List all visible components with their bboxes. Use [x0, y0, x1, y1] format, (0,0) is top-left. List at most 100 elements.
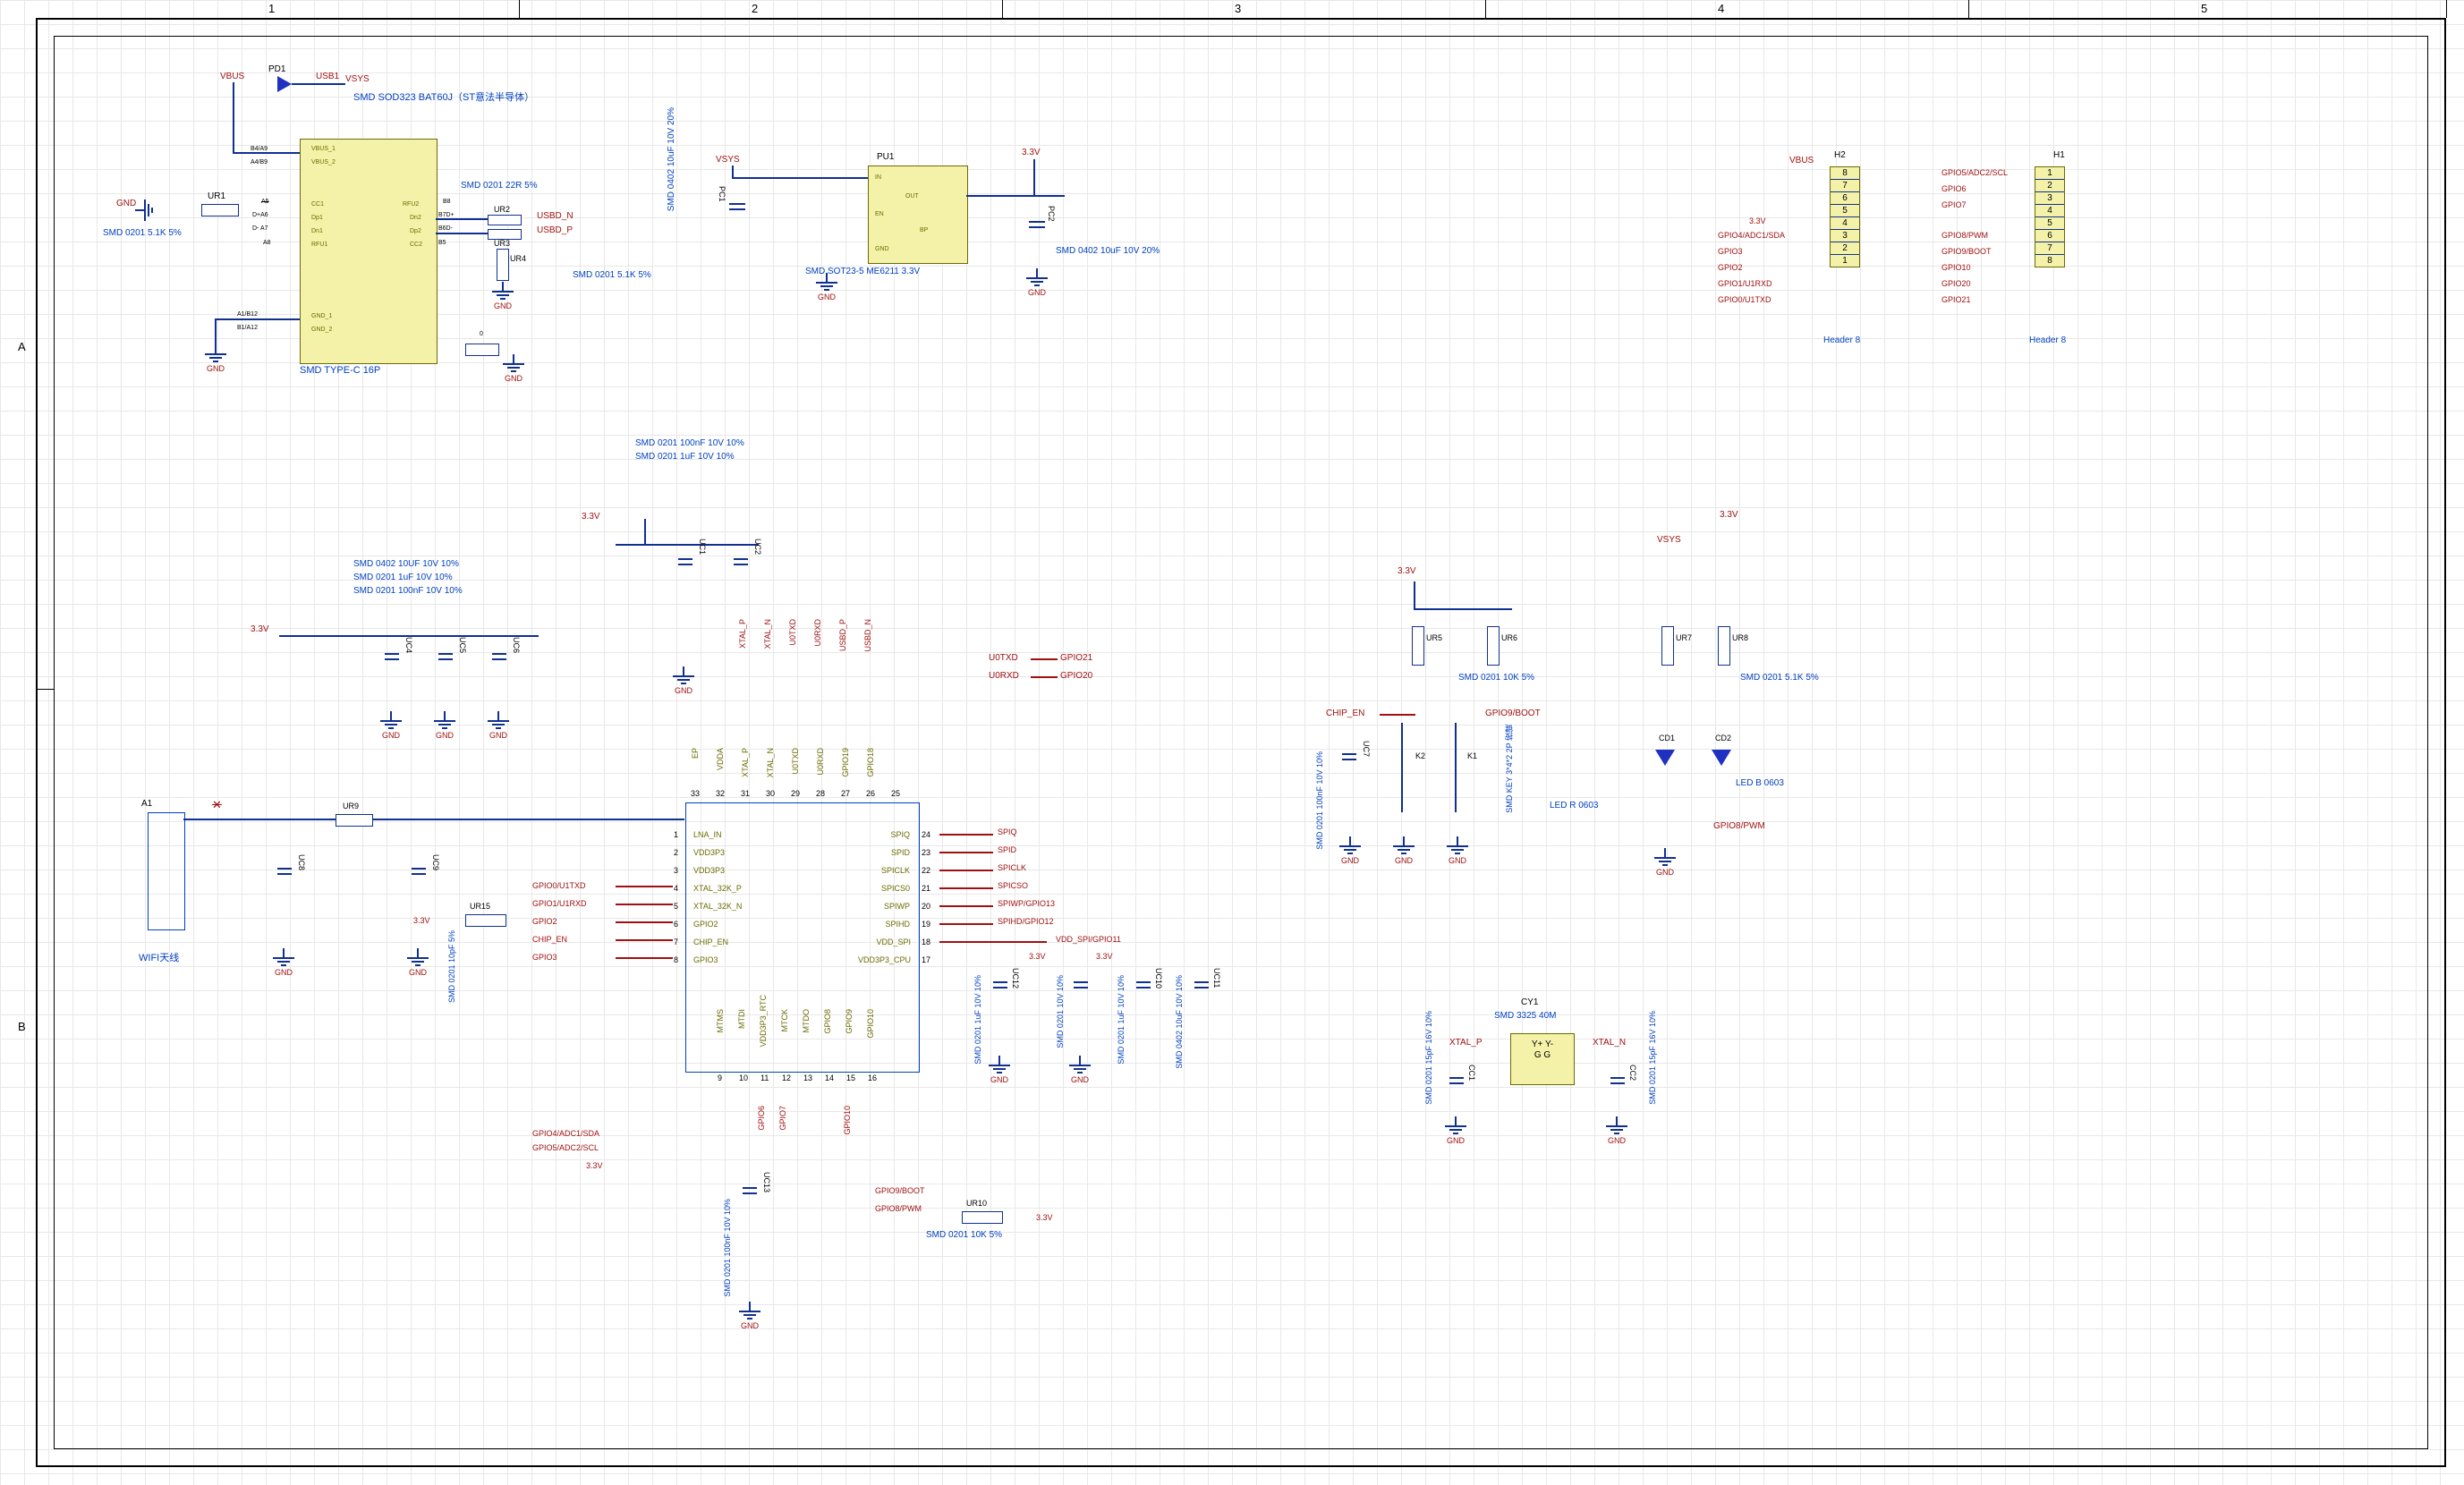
- net: GPIO6: [757, 1106, 766, 1131]
- gnd-label: GND: [987, 1075, 1012, 1084]
- val: SMD 0201 100nF 10V 10%: [1315, 751, 1324, 850]
- net: GPIO5/ADC2/SCL: [532, 1143, 599, 1152]
- col-1: [36, 0, 520, 18]
- gnd-label: GND: [814, 293, 839, 301]
- net: GPIO1/U1RXD: [532, 899, 587, 908]
- header-h2: 8 7 6 5 4 3 2 1: [1830, 166, 1860, 267]
- uc10: [1136, 971, 1151, 1003]
- pin: GND: [875, 246, 889, 252]
- hdr-pin: 5: [1831, 205, 1859, 217]
- value: SMD 0201 22R 5%: [461, 181, 538, 191]
- pc1: [729, 192, 745, 225]
- w: [616, 886, 673, 887]
- pin: SPIQ: [854, 830, 910, 839]
- pin: MTMS: [716, 1009, 725, 1033]
- gnd: GND: [1024, 268, 1049, 292]
- value: Header 8: [2029, 335, 2066, 345]
- pin: GPIO19: [841, 748, 850, 777]
- net: XTAL_N: [763, 619, 772, 649]
- w: [939, 905, 993, 907]
- pin: MTCK: [780, 1009, 789, 1032]
- w: [939, 887, 993, 889]
- net: GPIO20: [1060, 671, 1092, 681]
- uc11: [1194, 971, 1209, 1003]
- net: GPIO20: [1941, 279, 1971, 288]
- des: UC9: [431, 854, 440, 870]
- net: GPIO6: [1941, 184, 1967, 193]
- net: VSYS: [716, 155, 740, 165]
- pinnum: 29: [791, 789, 800, 798]
- net: GPIO7: [1941, 200, 1967, 209]
- hdr-pin: 6: [2035, 230, 2064, 242]
- value: SMD 0402 10uF 10V 20%: [1056, 246, 1160, 256]
- gnd: GND: [432, 711, 457, 734]
- x-icon: ✕: [212, 798, 222, 812]
- pin: GND_1: [311, 313, 332, 319]
- net: GPIO3: [1718, 247, 1743, 256]
- net: GPIO8/PWM: [875, 1204, 922, 1213]
- pinnum: 31: [741, 789, 750, 798]
- diode-icon: [277, 76, 292, 92]
- pinnum: 12: [782, 1073, 791, 1082]
- hdr-pin: 2: [2035, 180, 2064, 192]
- hdr-pin: 4: [2035, 205, 2064, 217]
- wire: [215, 318, 217, 345]
- pin: XTAL_32K_N: [693, 902, 742, 911]
- pin: GPIO18: [866, 748, 875, 777]
- net: 3.3V: [1398, 566, 1416, 576]
- pinnum: 2: [674, 848, 678, 857]
- net: SPIHD/GPIO12: [998, 917, 1054, 926]
- net: 3.3V: [251, 624, 269, 634]
- gnd: GND: [378, 711, 404, 734]
- w: [939, 923, 993, 925]
- gnd-label: GND: [671, 686, 696, 695]
- pin: MTDI: [737, 1009, 746, 1029]
- header-h1: 1 2 3 4 5 6 7 8: [2035, 166, 2065, 267]
- uc7: [1342, 742, 1356, 775]
- uc9: [412, 857, 426, 889]
- w: [1380, 714, 1415, 716]
- hdr-pin: 8: [2035, 255, 2064, 267]
- net: SPICLK: [998, 863, 1026, 872]
- hdr-pin: 8: [1831, 167, 1859, 180]
- w: [616, 957, 673, 959]
- pin: SPICS0: [854, 884, 910, 893]
- w: [616, 904, 673, 905]
- des: H2: [1834, 150, 1846, 160]
- wire: [215, 318, 300, 320]
- gnd: GND: [1604, 1116, 1629, 1140]
- value: SMD SOD323 BAT60J（ST意法半导体）: [353, 89, 534, 104]
- gnd-label: GND: [486, 731, 511, 740]
- gnd: GND: [1445, 836, 1470, 860]
- pinnum: 21: [922, 884, 930, 893]
- pinnum: B5: [438, 240, 446, 246]
- gnd-label: GND: [490, 301, 515, 310]
- pinnum: 18: [922, 938, 930, 946]
- wire: [1033, 159, 1035, 197]
- pin: U0TXD: [791, 748, 800, 775]
- net: GPIO9/BOOT: [1941, 247, 1992, 256]
- pinnum: 13: [803, 1073, 812, 1082]
- ur1: [201, 204, 239, 216]
- value: SMD 0201 5.1K 5%: [1740, 673, 1819, 683]
- pin: SPID: [854, 848, 910, 857]
- schematic-sheet: 1 2 3 4 5 A B SMD TYPE-C 16P VBUS_1 VBUS…: [0, 0, 2464, 1485]
- net: USBD_P: [838, 619, 847, 651]
- w: [616, 939, 673, 941]
- net: 3.3V: [1720, 510, 1738, 520]
- net: GPIO9/BOOT: [1485, 709, 1541, 718]
- gnd-label: GND: [1445, 856, 1470, 865]
- pinnum: 6: [674, 920, 678, 929]
- w: [939, 852, 993, 853]
- pin: VDD3P3_RTC: [759, 995, 768, 1047]
- val: SMD 0201 15pF 16V 10%: [1424, 1011, 1433, 1105]
- net: XTAL_P: [1449, 1038, 1483, 1048]
- gnd-label: GND: [501, 374, 526, 383]
- net: GPIO10: [1941, 263, 1971, 272]
- net: GPIO2: [532, 917, 557, 926]
- net: VSYS: [1657, 535, 1681, 545]
- uc1: [678, 547, 692, 580]
- value: SMD 0201 1uF 10V 10%: [353, 573, 453, 582]
- des: UR4: [510, 254, 526, 263]
- val: 0: [480, 331, 483, 337]
